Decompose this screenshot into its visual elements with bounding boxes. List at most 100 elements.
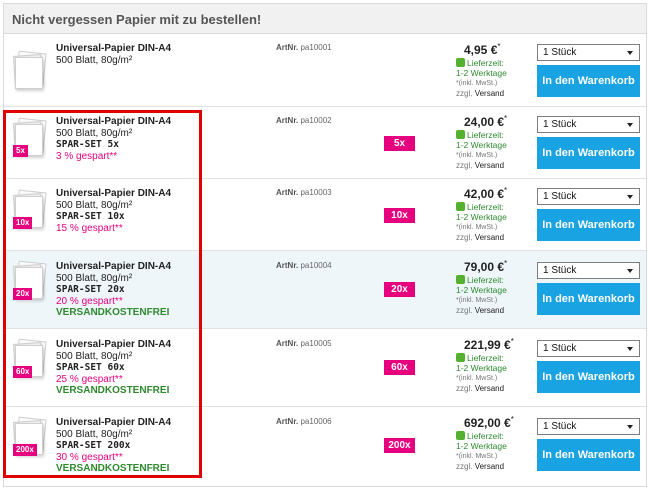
shipping-note: zzgl. Versand bbox=[456, 233, 505, 242]
price-block: 24,00 €* Lieferzeit: 1-2 Werktage *(inkl.… bbox=[456, 114, 536, 171]
add-to-cart-button[interactable]: In den Warenkorb bbox=[537, 361, 640, 393]
add-to-cart-button[interactable]: In den Warenkorb bbox=[537, 65, 640, 97]
article-number: ArtNr. pa10004 bbox=[276, 261, 332, 270]
shipping-note: zzgl. Versand bbox=[456, 462, 505, 471]
shipping-link[interactable]: Versand bbox=[475, 462, 504, 471]
availability-square-icon bbox=[456, 130, 465, 139]
quantity-badge: 20x bbox=[384, 282, 415, 297]
savings-label: 3 % gespart** bbox=[56, 150, 118, 162]
product-row: Universal-Papier DIN-A4 500 Blatt, 80g/m… bbox=[4, 35, 646, 107]
quantity-select[interactable]: 1 Stück bbox=[537, 418, 640, 435]
spar-set-label: SPAR-SET 200x bbox=[56, 440, 131, 451]
add-to-cart-button[interactable]: In den Warenkorb bbox=[537, 137, 640, 169]
availability-square-icon bbox=[456, 202, 465, 211]
product-name[interactable]: Universal-Papier DIN-A4 bbox=[56, 261, 171, 273]
article-number: ArtNr. pa10002 bbox=[276, 116, 332, 125]
paper-stack-icon[interactable]: 20x bbox=[12, 260, 47, 300]
set-size-tag: 200x bbox=[13, 444, 37, 456]
shipping-link[interactable]: Versand bbox=[475, 161, 504, 170]
vat-note: *(inkl. MwSt.) bbox=[456, 297, 498, 304]
price-amount: 24,00 €* bbox=[464, 114, 508, 129]
add-to-cart-button[interactable]: In den Warenkorb bbox=[537, 439, 640, 471]
price-amount: 42,00 €* bbox=[464, 186, 508, 201]
set-size-tag: 5x bbox=[13, 145, 28, 157]
set-size-tag: 20x bbox=[13, 288, 33, 300]
product-row: 5x Universal-Papier DIN-A4 500 Blatt, 80… bbox=[4, 107, 646, 179]
paper-stack-icon[interactable]: 200x bbox=[12, 416, 47, 456]
quantity-select[interactable]: 1 Stück bbox=[537, 262, 640, 279]
availability: Lieferzeit: 1-2 Werktage bbox=[456, 275, 507, 295]
chevron-down-icon bbox=[627, 51, 633, 55]
price-block: 221,99 €* Lieferzeit: 1-2 Werktage *(inkl… bbox=[456, 337, 536, 394]
savings-label: 25 % gespart** bbox=[56, 373, 123, 385]
paper-stack-icon[interactable] bbox=[12, 50, 47, 90]
price-block: 79,00 €* Lieferzeit: 1-2 Werktage *(inkl.… bbox=[456, 259, 536, 316]
price-amount: 79,00 €* bbox=[464, 259, 508, 274]
chevron-down-icon bbox=[627, 195, 633, 199]
product-name[interactable]: Universal-Papier DIN-A4 bbox=[56, 43, 171, 55]
quantity-badge: 60x bbox=[384, 360, 415, 375]
availability: Lieferzeit: 1-2 Werktage bbox=[456, 353, 507, 373]
shipping-link[interactable]: Versand bbox=[475, 384, 504, 393]
savings-label: 20 % gespart** bbox=[56, 295, 123, 307]
price-amount: 221,99 €* bbox=[464, 337, 514, 352]
product-description: Universal-Papier DIN-A4 500 Blatt, 80g/m… bbox=[56, 116, 171, 162]
product-name[interactable]: Universal-Papier DIN-A4 bbox=[56, 116, 171, 128]
product-name[interactable]: Universal-Papier DIN-A4 bbox=[56, 417, 171, 429]
availability: Lieferzeit: 1-2 Werktage bbox=[456, 130, 507, 150]
savings-label: 15 % gespart** bbox=[56, 222, 123, 234]
paper-stack-icon[interactable]: 5x bbox=[12, 117, 47, 157]
quantity-select[interactable]: 1 Stück bbox=[537, 188, 640, 205]
price-amount: 4,95 €* bbox=[464, 42, 501, 57]
set-size-tag: 60x bbox=[13, 366, 33, 378]
vat-note: *(inkl. MwSt.) bbox=[456, 375, 498, 382]
free-shipping-label: VERSANDKOSTENFREI bbox=[56, 463, 170, 474]
paper-stack-icon[interactable]: 10x bbox=[12, 189, 47, 229]
availability-square-icon bbox=[456, 275, 465, 284]
free-shipping-label: VERSANDKOSTENFREI bbox=[56, 385, 170, 396]
product-row: 200x Universal-Papier DIN-A4 500 Blatt, … bbox=[4, 407, 646, 486]
spar-set-label: SPAR-SET 5x bbox=[56, 139, 119, 150]
shipping-link[interactable]: Versand bbox=[475, 306, 504, 315]
chevron-down-icon bbox=[627, 269, 633, 273]
availability-square-icon bbox=[456, 58, 465, 67]
article-number: ArtNr. pa10003 bbox=[276, 188, 332, 197]
quantity-badge: 200x bbox=[384, 438, 415, 453]
shipping-link[interactable]: Versand bbox=[475, 89, 504, 98]
quantity-select[interactable]: 1 Stück bbox=[537, 340, 640, 357]
shipping-link[interactable]: Versand bbox=[475, 233, 504, 242]
quantity-badge: 5x bbox=[384, 136, 415, 151]
quantity-select[interactable]: 1 Stück bbox=[537, 44, 640, 61]
availability-square-icon bbox=[456, 353, 465, 362]
price-amount: 692,00 €* bbox=[464, 415, 514, 430]
spar-set-label: SPAR-SET 10x bbox=[56, 211, 125, 222]
vat-note: *(inkl. MwSt.) bbox=[456, 224, 498, 231]
set-size-tag: 10x bbox=[13, 217, 33, 229]
product-name[interactable]: Universal-Papier DIN-A4 bbox=[56, 188, 171, 200]
article-number: ArtNr. pa10006 bbox=[276, 417, 332, 426]
panel-header: Nicht vergessen Papier mit zu bestellen! bbox=[4, 4, 646, 34]
shipping-note: zzgl. Versand bbox=[456, 89, 505, 98]
price-block: 4,95 €* Lieferzeit: 1-2 Werktage *(inkl. … bbox=[456, 42, 536, 99]
product-row: 60x Universal-Papier DIN-A4 500 Blatt, 8… bbox=[4, 329, 646, 407]
price-block: 692,00 €* Lieferzeit: 1-2 Werktage *(inkl… bbox=[456, 415, 536, 472]
savings-label: 30 % gespart** bbox=[56, 451, 123, 463]
availability: Lieferzeit: 1-2 Werktage bbox=[456, 202, 507, 222]
quantity-select[interactable]: 1 Stück bbox=[537, 116, 640, 133]
free-shipping-label: VERSANDKOSTENFREI bbox=[56, 307, 170, 318]
product-description: Universal-Papier DIN-A4 500 Blatt, 80g/m… bbox=[56, 261, 171, 319]
shipping-note: zzgl. Versand bbox=[456, 384, 505, 393]
spar-set-label: SPAR-SET 60x bbox=[56, 362, 125, 373]
paper-upsell-panel: Nicht vergessen Papier mit zu bestellen!… bbox=[3, 3, 647, 487]
quantity-badge: 10x bbox=[384, 208, 415, 223]
paper-stack-icon[interactable]: 60x bbox=[12, 338, 47, 378]
chevron-down-icon bbox=[627, 347, 633, 351]
shipping-note: zzgl. Versand bbox=[456, 306, 505, 315]
add-to-cart-button[interactable]: In den Warenkorb bbox=[537, 283, 640, 315]
panel-title: Nicht vergessen Papier mit zu bestellen! bbox=[12, 12, 262, 27]
add-to-cart-button[interactable]: In den Warenkorb bbox=[537, 209, 640, 241]
vat-note: *(inkl. MwSt.) bbox=[456, 152, 498, 159]
product-description: Universal-Papier DIN-A4 500 Blatt, 80g/m… bbox=[56, 417, 171, 475]
availability: Lieferzeit: 1-2 Werktage bbox=[456, 431, 507, 451]
product-name[interactable]: Universal-Papier DIN-A4 bbox=[56, 339, 171, 351]
